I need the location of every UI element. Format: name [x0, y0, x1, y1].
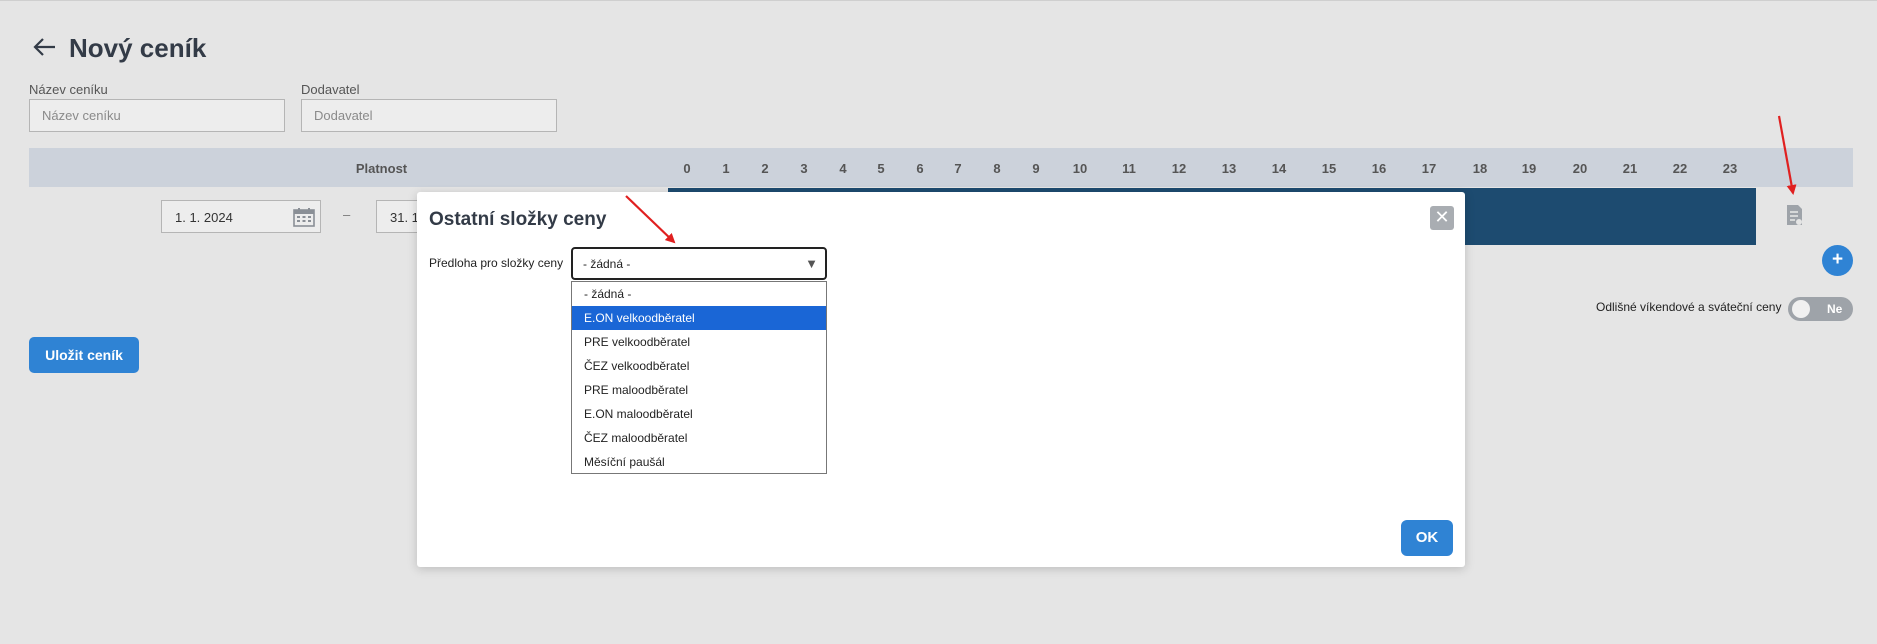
dropdown-option-highlighted[interactable]: E.ON velkoodběratel [572, 306, 826, 330]
hour-label: 5 [877, 161, 885, 176]
hour-label: 20 [1572, 161, 1588, 176]
document-icon[interactable] [1786, 204, 1803, 226]
hour-label: 9 [1032, 161, 1040, 176]
save-pricelist-button[interactable]: Uložit ceník [29, 337, 139, 373]
add-row-button[interactable]: + [1822, 245, 1853, 276]
hour-label: 11 [1122, 161, 1136, 176]
weekend-prices-toggle[interactable]: Ne [1788, 297, 1853, 321]
dropdown-option[interactable]: PRE maloodběratel [572, 378, 826, 402]
price-components-modal: Ostatní složky ceny ✕ Předloha pro složk… [417, 192, 1465, 567]
hour-label: 6 [916, 161, 924, 176]
date-from-value: 1. 1. 2024 [175, 210, 233, 225]
dropdown-option[interactable]: PRE velkoodběratel [572, 330, 826, 354]
validity-header: Platnost [355, 161, 408, 176]
modal-title: Ostatní složky ceny [429, 209, 607, 230]
dropdown-option[interactable]: E.ON maloodběratel [572, 402, 826, 426]
hour-label: 16 [1371, 161, 1387, 176]
hour-label: 19 [1521, 161, 1537, 176]
hour-label: 1 [722, 161, 730, 176]
hour-label: 8 [993, 161, 1001, 176]
name-label: Název ceníku [29, 82, 108, 97]
hour-label: 10 [1072, 161, 1088, 176]
hour-label: 22 [1672, 161, 1688, 176]
ok-button[interactable]: OK [1401, 520, 1453, 556]
date-from-input[interactable]: 1. 1. 2024 [161, 200, 321, 233]
dropdown-option[interactable]: ČEZ velkoodběratel [572, 354, 826, 378]
hour-label: 15 [1321, 161, 1337, 176]
table-header: Platnost 0 1 2 3 4 5 6 7 8 9 10 11 12 13… [29, 148, 1853, 187]
dropdown-option[interactable]: ČEZ maloodběratel [572, 426, 826, 450]
hour-label: 4 [839, 161, 847, 176]
hour-label: 23 [1722, 161, 1738, 176]
close-icon[interactable]: ✕ [1430, 206, 1454, 230]
select-value: - žádná - [583, 257, 631, 271]
hour-label: 3 [800, 161, 808, 176]
dropdown-option[interactable]: - žádná - [572, 282, 826, 306]
back-arrow-icon[interactable] [32, 34, 58, 60]
date-separator: – [343, 207, 351, 222]
hour-label: 21 [1622, 161, 1638, 176]
hour-label: 2 [761, 161, 769, 176]
supplier-label: Dodavatel [301, 82, 360, 97]
hour-label: 12 [1171, 161, 1187, 176]
pricelist-name-input[interactable] [29, 99, 285, 132]
calendar-icon[interactable] [293, 207, 315, 227]
hour-label: 18 [1472, 161, 1488, 176]
hour-label: 0 [683, 161, 691, 176]
weekend-prices-label: Odlišné víkendové a sváteční ceny [1596, 300, 1782, 314]
template-label: Předloha pro složky ceny [429, 256, 564, 270]
hour-label: 13 [1221, 161, 1237, 176]
date-to-value: 31. 1 [390, 210, 419, 225]
page-title: Nový ceník [69, 33, 207, 63]
hour-label: 7 [954, 161, 962, 176]
template-dropdown-list: - žádná - E.ON velkoodběratel PRE velkoo… [571, 281, 827, 474]
toggle-text: Ne [1827, 302, 1843, 316]
dropdown-arrow-icon: ▼ [805, 256, 818, 271]
toggle-knob [1792, 300, 1810, 318]
hour-label: 14 [1271, 161, 1287, 176]
top-border [0, 0, 1877, 1]
dropdown-option[interactable]: Měsíční paušál [572, 450, 826, 474]
template-select[interactable]: - žádná - ▼ [571, 247, 827, 280]
hour-label: 17 [1421, 161, 1437, 176]
supplier-input[interactable] [301, 99, 557, 132]
